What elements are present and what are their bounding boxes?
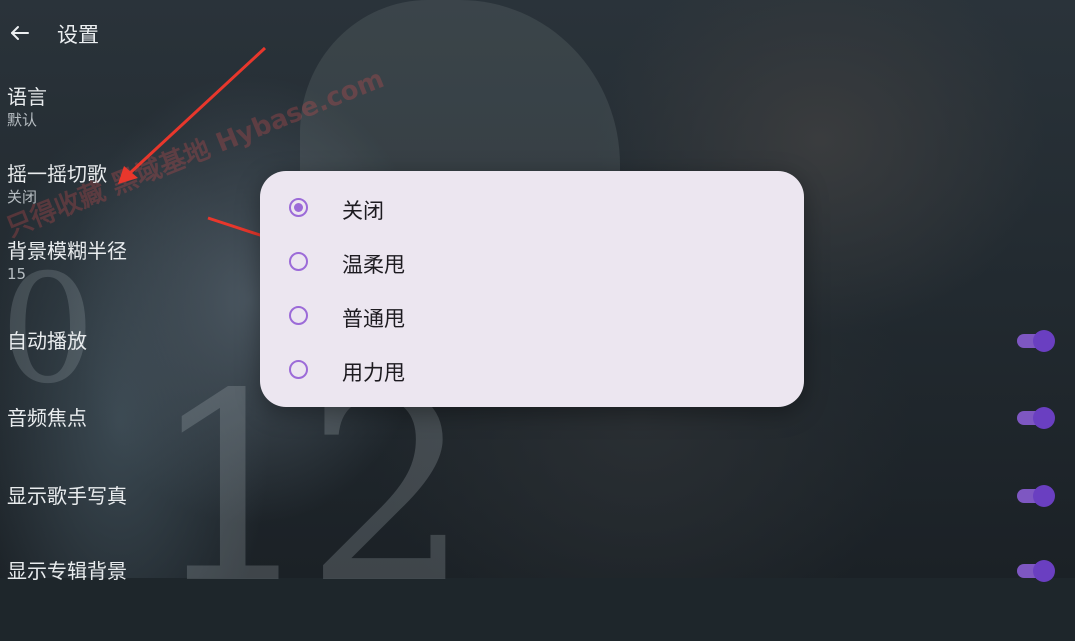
option-off[interactable]: 关闭	[260, 184, 804, 238]
annotation-arrow-to-setting	[118, 46, 267, 184]
radio-button[interactable]	[289, 360, 308, 379]
option-label: 温柔甩	[342, 253, 405, 277]
shake-mode-dialog: 关闭 温柔甩 普通甩 用力甩	[260, 171, 804, 407]
option-strong[interactable]: 用力甩	[260, 346, 804, 400]
radio-button[interactable]	[289, 252, 308, 271]
radio-button-checked[interactable]	[289, 198, 308, 217]
option-label: 关闭	[342, 199, 384, 223]
radio-button[interactable]	[289, 306, 308, 325]
option-normal[interactable]: 普通甩	[260, 292, 804, 346]
option-label: 用力甩	[342, 361, 405, 385]
option-label: 普通甩	[342, 307, 405, 331]
option-gentle[interactable]: 温柔甩	[260, 238, 804, 292]
